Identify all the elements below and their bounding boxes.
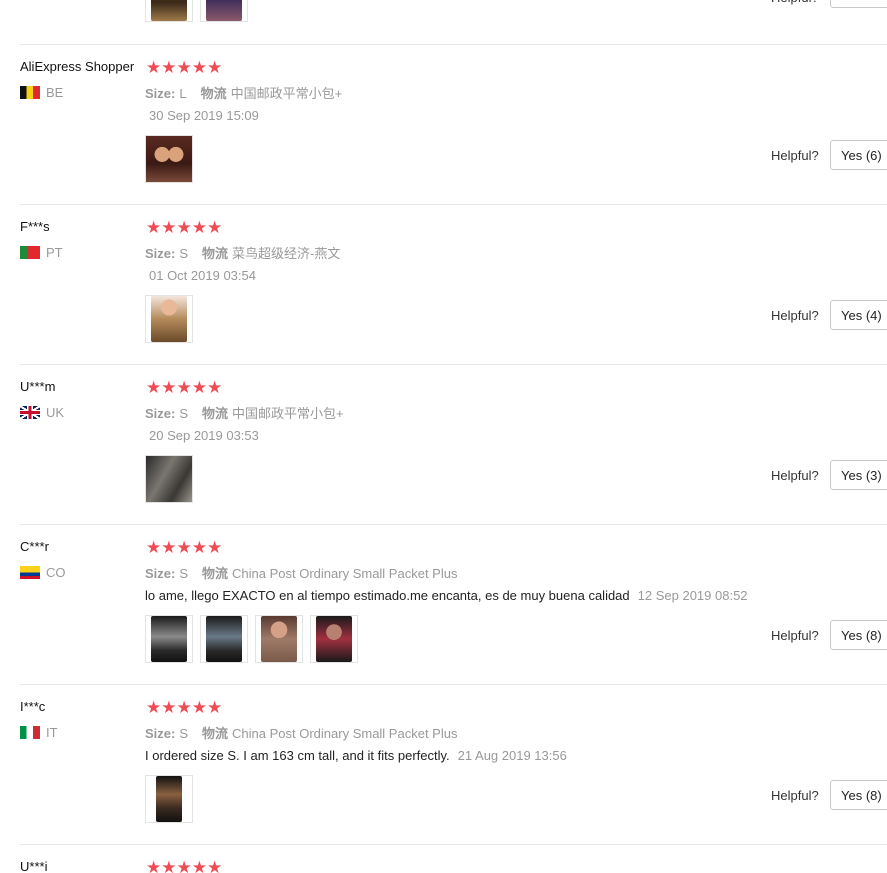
review-photo[interactable] — [145, 295, 193, 343]
uk-flag-icon — [20, 406, 40, 419]
review-photos — [145, 295, 193, 343]
logistics-value: China Post Ordinary Small Packet Plus — [232, 566, 458, 581]
size-value: S — [179, 566, 189, 581]
reviewer-name: U***m — [20, 379, 56, 394]
review-photos — [145, 775, 193, 823]
order-info: Size: S 物流 中国邮政平常小包+ — [145, 403, 344, 422]
size-label: Size: — [145, 406, 176, 421]
review-comment: lo ame, llego EXACTO en al tiempo estima… — [145, 588, 630, 603]
review-photo[interactable] — [145, 775, 193, 823]
portugal-flag-icon — [20, 246, 40, 259]
size-value: S — [179, 406, 189, 421]
review-date: 30 Sep 2019 15:09 — [149, 108, 259, 123]
star-rating: ★★★★★ — [146, 858, 223, 873]
review-comment: I ordered size S. I am 163 cm tall, and … — [145, 748, 450, 763]
star-rating: ★★★★★ — [146, 378, 223, 397]
reviewer-country: CO — [20, 565, 66, 580]
review-photo[interactable] — [145, 615, 193, 663]
helpful-label: Helpful? — [771, 308, 819, 323]
review-photos — [145, 615, 358, 663]
logistics-label: 物流 — [202, 246, 229, 261]
review-photo[interactable] — [145, 135, 193, 183]
review-date: 01 Oct 2019 03:54 — [149, 268, 256, 283]
size-value: S — [179, 726, 189, 741]
review-date: 12 Sep 2019 08:52 — [637, 588, 748, 603]
reviewer-country: BE — [20, 85, 63, 100]
size-label: Size: — [145, 246, 176, 261]
reviewer-name: I***c — [20, 699, 46, 714]
review-photos — [145, 135, 193, 183]
helpful-label: Helpful? — [771, 788, 819, 803]
review-date: 20 Sep 2019 03:53 — [149, 428, 259, 443]
logistics-label: 物流 — [202, 406, 229, 421]
size-label: Size: — [145, 726, 176, 741]
review-photo[interactable] — [200, 0, 248, 22]
review-photos — [145, 455, 193, 503]
logistics-value: 菜鸟超级经济-燕文 — [232, 246, 341, 261]
helpful-yes-button[interactable]: Yes (6) — [830, 140, 887, 170]
size-label: Size: — [145, 86, 176, 101]
reviewer-country: IT — [20, 725, 58, 740]
order-info: Size: L 物流 中国邮政平常小包+ — [145, 83, 342, 102]
reviewer-name: AliExpress Shopper — [20, 59, 135, 74]
logistics-label: 物流 — [200, 86, 227, 101]
order-info: Size: S 物流 China Post Ordinary Small Packet… — [145, 723, 457, 742]
reviewer-name: C***r — [20, 539, 49, 554]
review-item: F***s PT ★★★★★ Size: S 物流 菜鸟超级经济-燕文 01 Oct … — [0, 204, 887, 364]
helpful-label: Helpful? — [771, 468, 819, 483]
helpful-label: Helpful? — [771, 628, 819, 643]
country-code: UK — [46, 405, 65, 420]
reviewer-name: F***s — [20, 219, 50, 234]
helpful-label: Helpful? — [771, 148, 819, 163]
star-rating: ★★★★★ — [146, 58, 223, 77]
country-code: CO — [46, 565, 66, 580]
helpful-yes-button[interactable]: Yes (4) — [830, 300, 887, 330]
review-photo[interactable] — [310, 615, 358, 663]
order-info: Size: S 物流 菜鸟超级经济-燕文 — [145, 243, 340, 262]
star-rating: ★★★★★ — [146, 698, 223, 717]
country-code: PT — [46, 245, 63, 260]
review-item: AliExpress Shopper BE ★★★★★ Size: L 物流 中国邮政… — [0, 44, 887, 204]
helpful-yes-button[interactable] — [830, 0, 887, 8]
reviewer-country: PT — [20, 245, 63, 260]
belgium-flag-icon — [20, 86, 40, 99]
size-label: Size: — [145, 566, 176, 581]
review-photo[interactable] — [200, 615, 248, 663]
review-item: C***r CO ★★★★★ Size: S 物流 China Post Ordina… — [0, 524, 887, 684]
size-value: L — [179, 86, 187, 101]
size-value: S — [179, 246, 189, 261]
review-text-row: I ordered size S. I am 163 cm tall, and … — [145, 748, 567, 763]
star-rating: ★★★★★ — [146, 538, 223, 557]
order-info: Size: S 物流 China Post Ordinary Small Packet… — [145, 563, 457, 582]
logistics-value: China Post Ordinary Small Packet Plus — [232, 726, 458, 741]
reviewer-name: U***i — [20, 859, 48, 873]
helpful-yes-button[interactable]: Yes (8) — [830, 780, 887, 810]
logistics-value: 中国邮政平常小包+ — [230, 86, 343, 101]
star-rating: ★★★★★ — [146, 218, 223, 237]
helpful-label: Helpful? — [771, 0, 819, 5]
review-text-row: lo ame, llego EXACTO en al tiempo estima… — [145, 588, 748, 603]
review-photo[interactable] — [145, 0, 193, 22]
review-item: I***c IT ★★★★★ Size: S 物流 China Post Ordina… — [0, 684, 887, 844]
review-photo[interactable] — [145, 455, 193, 503]
review-photo[interactable] — [255, 615, 303, 663]
logistics-value: 中国邮政平常小包+ — [232, 406, 344, 421]
logistics-label: 物流 — [202, 726, 229, 741]
colombia-flag-icon — [20, 566, 40, 579]
helpful-yes-button[interactable]: Yes (3) — [830, 460, 887, 490]
helpful-yes-button[interactable]: Yes (8) — [830, 620, 887, 650]
logistics-label: 物流 — [202, 566, 229, 581]
italy-flag-icon — [20, 726, 40, 739]
country-code: IT — [46, 725, 58, 740]
review-date: 21 Aug 2019 13:56 — [457, 748, 567, 763]
country-code: BE — [46, 85, 64, 100]
review-item: U***i ★★★★★ — [0, 844, 887, 873]
reviewer-country: UK — [20, 405, 64, 420]
previous-review-partial: Helpful? — [0, 0, 887, 44]
review-item: U***m UK ★★★★★ Size: S 物流 中国邮政平常小包+ 20 Sep … — [0, 364, 887, 524]
